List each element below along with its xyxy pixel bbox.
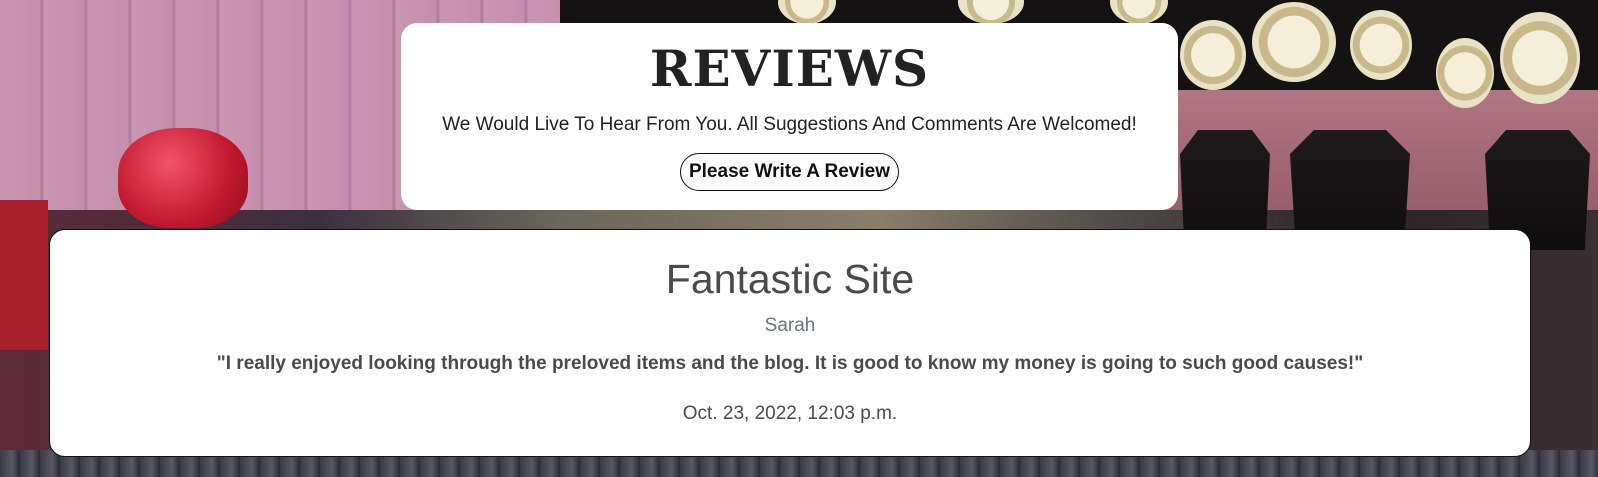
background-plate	[1436, 38, 1494, 108]
background-red-sign	[0, 200, 48, 350]
write-review-button[interactable]: Please Write A Review	[679, 153, 899, 191]
review-author: Sarah	[764, 315, 816, 336]
background-plate	[1500, 12, 1580, 104]
background-red-purse	[118, 128, 248, 228]
review-title: Fantastic Site	[665, 256, 915, 302]
background-plate	[1350, 10, 1412, 80]
reviews-header-card: REVIEWS We Would Live To Hear From You. …	[401, 23, 1178, 210]
background-plate	[1180, 20, 1246, 90]
background-plate	[1252, 2, 1336, 82]
review-card: Fantastic Site Sarah "I really enjoyed l…	[49, 229, 1531, 457]
page-subtitle: We Would Live To Hear From You. All Sugg…	[442, 114, 1137, 135]
review-body: "I really enjoyed looking through the pr…	[216, 353, 1364, 374]
review-date: Oct. 23, 2022, 12:03 p.m.	[682, 403, 898, 424]
page-title: REVIEWS	[649, 39, 930, 98]
